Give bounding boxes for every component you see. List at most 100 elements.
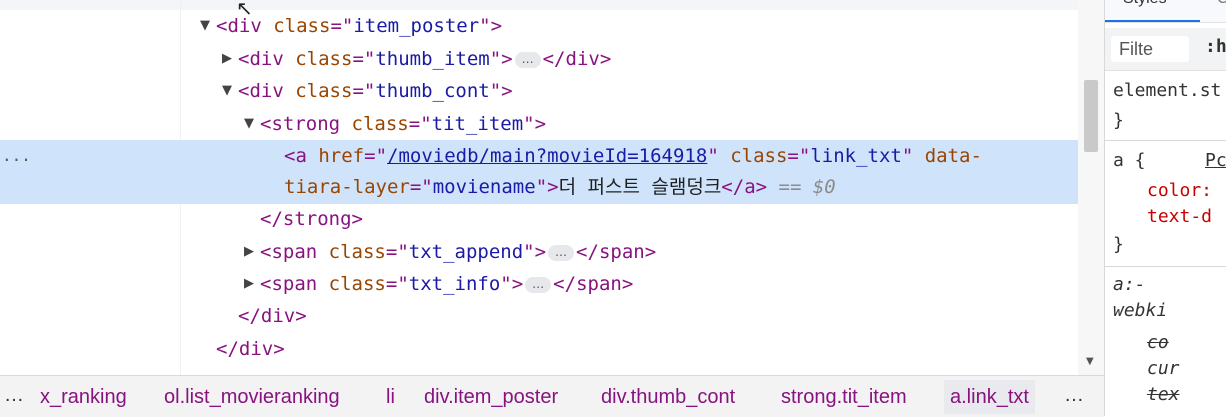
elements-tree-panel[interactable]: ... ↖ ▼ <div class="item_poster"> ▶ <div cl… bbox=[0, 0, 1078, 375]
dom-node-content: <div class="thumb_cont"> bbox=[238, 75, 513, 107]
expanded-triangle-icon[interactable]: ▼ bbox=[244, 108, 254, 140]
token: tit_item bbox=[431, 113, 524, 135]
token: </ bbox=[553, 273, 577, 295]
expand-ellipsis-button[interactable]: … bbox=[548, 244, 575, 261]
overridden-property[interactable]: co bbox=[1147, 332, 1169, 353]
breadcrumb-item[interactable]: li bbox=[386, 386, 395, 409]
dom-node-content: <div class="item_poster"> bbox=[216, 10, 502, 42]
scrollbar-thumb[interactable] bbox=[1084, 80, 1098, 152]
dom-node-content: <span class="txt_info">… </span> bbox=[260, 268, 633, 300]
token: =" bbox=[330, 15, 354, 37]
token: txt_append bbox=[408, 241, 524, 263]
partial-line bbox=[0, 0, 1078, 10]
breadcrumb-item[interactable]: div.item_poster bbox=[424, 386, 558, 409]
css-property[interactable]: color: bbox=[1147, 180, 1212, 201]
breadcrumb-more-left[interactable]: … bbox=[4, 384, 24, 407]
token: span bbox=[271, 241, 318, 263]
token: class bbox=[730, 145, 788, 167]
token: =" bbox=[409, 176, 433, 198]
token: "> bbox=[523, 241, 547, 263]
dom-node-content: </div> bbox=[238, 300, 307, 332]
token: =" bbox=[364, 145, 388, 167]
dom-node-line[interactable]: </div> bbox=[0, 300, 1078, 332]
breadcrumb-item[interactable]: strong.tit_item bbox=[781, 386, 907, 409]
dom-node-line[interactable]: </div> bbox=[0, 333, 1078, 365]
dom-node-line[interactable]: ▼ <strong class="tit_item"> bbox=[0, 108, 1078, 140]
token: class bbox=[351, 113, 409, 135]
dom-node-line[interactable]: <a href="/moviedb/main?movieId=164918" c… bbox=[0, 140, 1078, 172]
token: span bbox=[271, 273, 318, 295]
active-tab-indicator bbox=[1105, 20, 1200, 22]
collapsed-triangle-icon[interactable]: ▶ bbox=[244, 236, 254, 268]
dom-node-content: <div class="thumb_item">… </div> bbox=[238, 43, 611, 75]
dom-node-content: <strong class="tit_item"> bbox=[260, 108, 546, 140]
rule-source-link[interactable]: Pc bbox=[1205, 150, 1226, 171]
breadcrumb-item[interactable]: div.thumb_cont bbox=[601, 386, 735, 409]
token: > bbox=[351, 208, 363, 230]
css-property[interactable]: text-d bbox=[1147, 206, 1212, 227]
vertical-scrollbar[interactable]: ▼ bbox=[1078, 0, 1104, 375]
dom-node-line[interactable]: ▶ <div class="thumb_item">… </div> bbox=[0, 43, 1078, 75]
breadcrumb-item[interactable]: x_ranking bbox=[40, 386, 127, 409]
rule-selector: webki bbox=[1113, 300, 1168, 321]
token: div bbox=[238, 338, 274, 360]
token: == $0 bbox=[778, 176, 836, 198]
tab-computed[interactable]: C bbox=[1217, 0, 1226, 8]
token: </ bbox=[238, 305, 261, 327]
tab-styles[interactable]: Styles bbox=[1123, 0, 1167, 8]
token: thumb_item bbox=[375, 48, 490, 70]
token: "> bbox=[523, 113, 547, 135]
token: < bbox=[260, 273, 272, 295]
filter-input[interactable]: Filte bbox=[1111, 36, 1189, 62]
token: < bbox=[260, 113, 272, 135]
token: "> bbox=[535, 176, 559, 198]
dom-node-line[interactable]: ▼ <div class="item_poster"> bbox=[0, 10, 1078, 42]
token: > bbox=[755, 176, 768, 198]
collapsed-triangle-icon[interactable]: ▶ bbox=[244, 268, 254, 300]
css-property[interactable]: cur bbox=[1147, 358, 1180, 379]
token: href bbox=[318, 145, 365, 167]
overridden-property[interactable]: tex bbox=[1147, 384, 1180, 405]
dom-node-line[interactable]: ▼ <div class="thumb_cont"> bbox=[0, 75, 1078, 107]
token: =" bbox=[385, 273, 409, 295]
breadcrumb-item-active[interactable]: a.link_txt bbox=[944, 380, 1035, 414]
token: > bbox=[644, 241, 657, 263]
hov-toggle[interactable]: :h bbox=[1205, 36, 1226, 57]
collapsed-triangle-icon[interactable]: ▶ bbox=[222, 43, 232, 75]
token: div bbox=[227, 15, 262, 37]
token: txt_info bbox=[408, 273, 501, 295]
token: < bbox=[260, 241, 272, 263]
token: item_poster bbox=[353, 15, 480, 37]
dom-node-line[interactable]: </strong> bbox=[0, 203, 1078, 235]
token: > bbox=[621, 273, 634, 295]
dom-node-content: </div> bbox=[216, 333, 285, 365]
token: "> bbox=[500, 273, 524, 295]
expanded-triangle-icon[interactable]: ▼ bbox=[222, 75, 232, 107]
scroll-down-icon[interactable]: ▼ bbox=[1086, 356, 1094, 367]
expand-ellipsis-button[interactable]: … bbox=[514, 51, 541, 68]
token: =" bbox=[408, 113, 432, 135]
rule-selector: a:- bbox=[1113, 274, 1146, 295]
expanded-triangle-icon[interactable]: ▼ bbox=[200, 10, 210, 42]
expand-ellipsis-button[interactable]: … bbox=[525, 276, 552, 293]
dom-node-line[interactable]: tiara-layer="moviename">더 퍼스트 슬램덩크</a> =… bbox=[0, 171, 1078, 203]
href-link[interactable]: /moviedb/main?movieId=164918 bbox=[387, 145, 707, 167]
dom-node-content: <span class="txt_append">… </span> bbox=[260, 236, 656, 268]
breadcrumb-item[interactable]: ol.list_movieranking bbox=[164, 386, 340, 409]
dom-node-line[interactable]: ▶ <span class="txt_info">… </span> bbox=[0, 268, 1078, 300]
token: thumb_cont bbox=[375, 80, 490, 102]
token: strong bbox=[282, 208, 352, 230]
token: </ bbox=[576, 241, 599, 263]
token: < bbox=[216, 15, 228, 37]
token: </ bbox=[721, 176, 745, 198]
breadcrumb-more-right[interactable]: … bbox=[1064, 384, 1084, 407]
breadcrumb: … x_ranking ol.list_movieranking li div.… bbox=[0, 375, 1104, 417]
token: moviename bbox=[432, 176, 536, 198]
dom-node-line[interactable]: ▶ <span class="txt_append">… </span> bbox=[0, 236, 1078, 268]
token: span bbox=[576, 273, 622, 295]
